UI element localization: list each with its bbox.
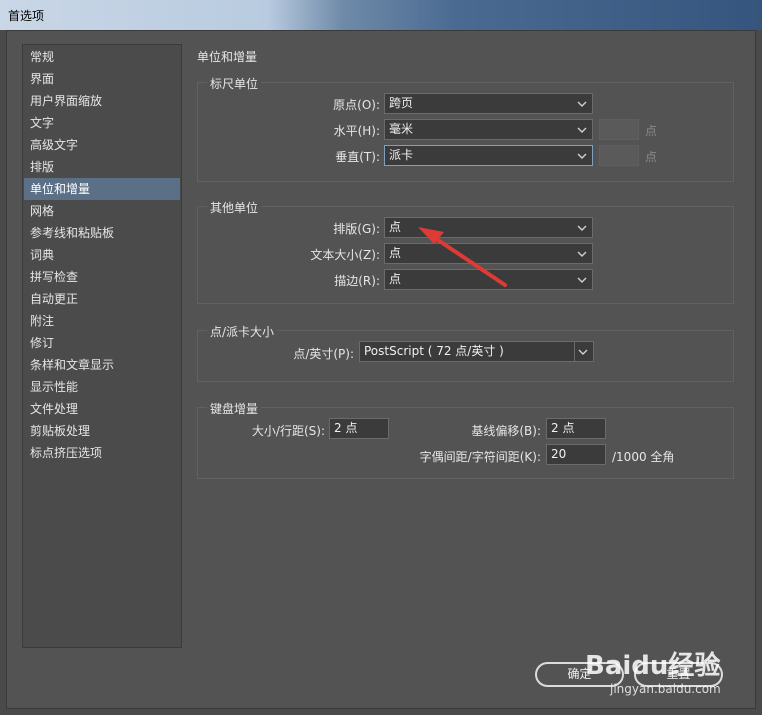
- sidebar-item-display-performance[interactable]: 显示性能: [24, 376, 180, 398]
- vertical-value: 派卡: [389, 148, 414, 162]
- composition-value: 点: [389, 220, 402, 234]
- sidebar-item-interface[interactable]: 界面: [24, 68, 180, 90]
- vertical-custom-field: [599, 145, 639, 166]
- title-bar: 首选项: [0, 0, 762, 30]
- sidebar-item-file-handling[interactable]: 文件处理: [24, 398, 180, 420]
- sidebar-item-track-changes[interactable]: 修订: [24, 332, 180, 354]
- sidebar-item-dictionary[interactable]: 词典: [24, 244, 180, 266]
- points-per-inch-value: PostScript ( 72 点/英寸 ): [364, 344, 504, 358]
- sidebar-item-autocorrect[interactable]: 自动更正: [24, 288, 180, 310]
- chevron-down-icon: [577, 153, 587, 159]
- stroke-value: 点: [389, 272, 402, 286]
- horizontal-select[interactable]: 毫米: [384, 119, 593, 140]
- ruler-units-legend: 标尺单位: [207, 75, 262, 92]
- chevron-down-icon: [577, 251, 587, 257]
- composition-select[interactable]: 点: [384, 217, 593, 238]
- sidebar-item-story-editor[interactable]: 条样和文章显示: [24, 354, 180, 376]
- category-sidebar: 常规 界面 用户界面缩放 文字 高级文字 排版 单位和增量 网格 参考线和粘贴板…: [22, 44, 182, 648]
- sidebar-item-notes[interactable]: 附注: [24, 310, 180, 332]
- text-size-select[interactable]: 点: [384, 243, 593, 264]
- chevron-down-icon: [577, 127, 587, 133]
- stroke-select[interactable]: 点: [384, 269, 593, 290]
- chevron-down-icon: [577, 101, 587, 107]
- origin-label: 原点(O):: [333, 98, 380, 112]
- points-per-inch-select[interactable]: PostScript ( 72 点/英寸 ): [359, 341, 594, 362]
- chevron-down-icon: [577, 225, 587, 231]
- vertical-unit: 点: [645, 150, 658, 164]
- vertical-label: 垂直(T):: [335, 150, 380, 164]
- sidebar-item-grids[interactable]: 网格: [24, 200, 180, 222]
- text-size-label: 文本大小(Z):: [310, 248, 380, 262]
- horizontal-unit: 点: [645, 124, 658, 138]
- sidebar-item-mojikumi[interactable]: 标点挤压选项: [24, 442, 180, 464]
- horizontal-custom-field: [599, 119, 639, 140]
- sidebar-item-type[interactable]: 文字: [24, 112, 180, 134]
- chevron-down-icon: [578, 349, 588, 355]
- points-per-inch-label: 点/英寸(P):: [293, 347, 354, 361]
- origin-select[interactable]: 跨页: [384, 93, 593, 114]
- horizontal-value: 毫米: [389, 122, 414, 136]
- sidebar-item-units-increments[interactable]: 单位和增量: [24, 178, 180, 200]
- select-divider: [574, 342, 575, 361]
- text-size-value: 点: [389, 246, 402, 260]
- kerning-tracking-suffix: /1000 全角: [612, 450, 675, 464]
- horizontal-label: 水平(H):: [333, 124, 380, 138]
- sidebar-item-guides-pasteboard[interactable]: 参考线和粘贴板: [24, 222, 180, 244]
- sidebar-item-clipboard-handling[interactable]: 剪贴板处理: [24, 420, 180, 442]
- keyboard-increments-group: [197, 407, 734, 479]
- kerning-tracking-input[interactable]: 20: [546, 444, 606, 465]
- size-leading-label: 大小/行距(S):: [251, 424, 325, 438]
- keyboard-increments-legend: 键盘增量: [207, 400, 262, 417]
- other-units-legend: 其他单位: [207, 199, 262, 216]
- composition-label: 排版(G):: [333, 222, 380, 236]
- baseline-shift-input[interactable]: 2 点: [546, 418, 606, 439]
- chevron-down-icon: [577, 277, 587, 283]
- kerning-tracking-label: 字偶间距/字符间距(K):: [419, 450, 541, 464]
- sidebar-item-composition[interactable]: 排版: [24, 156, 180, 178]
- window-title: 首选项: [8, 9, 45, 23]
- baidu-watermark-url: jingyan.baidu.com: [610, 682, 721, 696]
- baseline-shift-label: 基线偏移(B):: [471, 424, 541, 438]
- sidebar-item-spelling[interactable]: 拼写检查: [24, 266, 180, 288]
- point-pica-legend: 点/派卡大小: [207, 323, 278, 340]
- sidebar-item-advanced-type[interactable]: 高级文字: [24, 134, 180, 156]
- stroke-label: 描边(R):: [334, 274, 380, 288]
- size-leading-input[interactable]: 2 点: [329, 418, 389, 439]
- sidebar-item-ui-scaling[interactable]: 用户界面缩放: [24, 90, 180, 112]
- baidu-watermark-logo: Baidu经验: [585, 651, 721, 681]
- sidebar-item-general[interactable]: 常规: [24, 46, 180, 68]
- vertical-select[interactable]: 派卡: [384, 145, 593, 166]
- origin-value: 跨页: [389, 96, 414, 110]
- panel-title: 单位和增量: [197, 50, 258, 64]
